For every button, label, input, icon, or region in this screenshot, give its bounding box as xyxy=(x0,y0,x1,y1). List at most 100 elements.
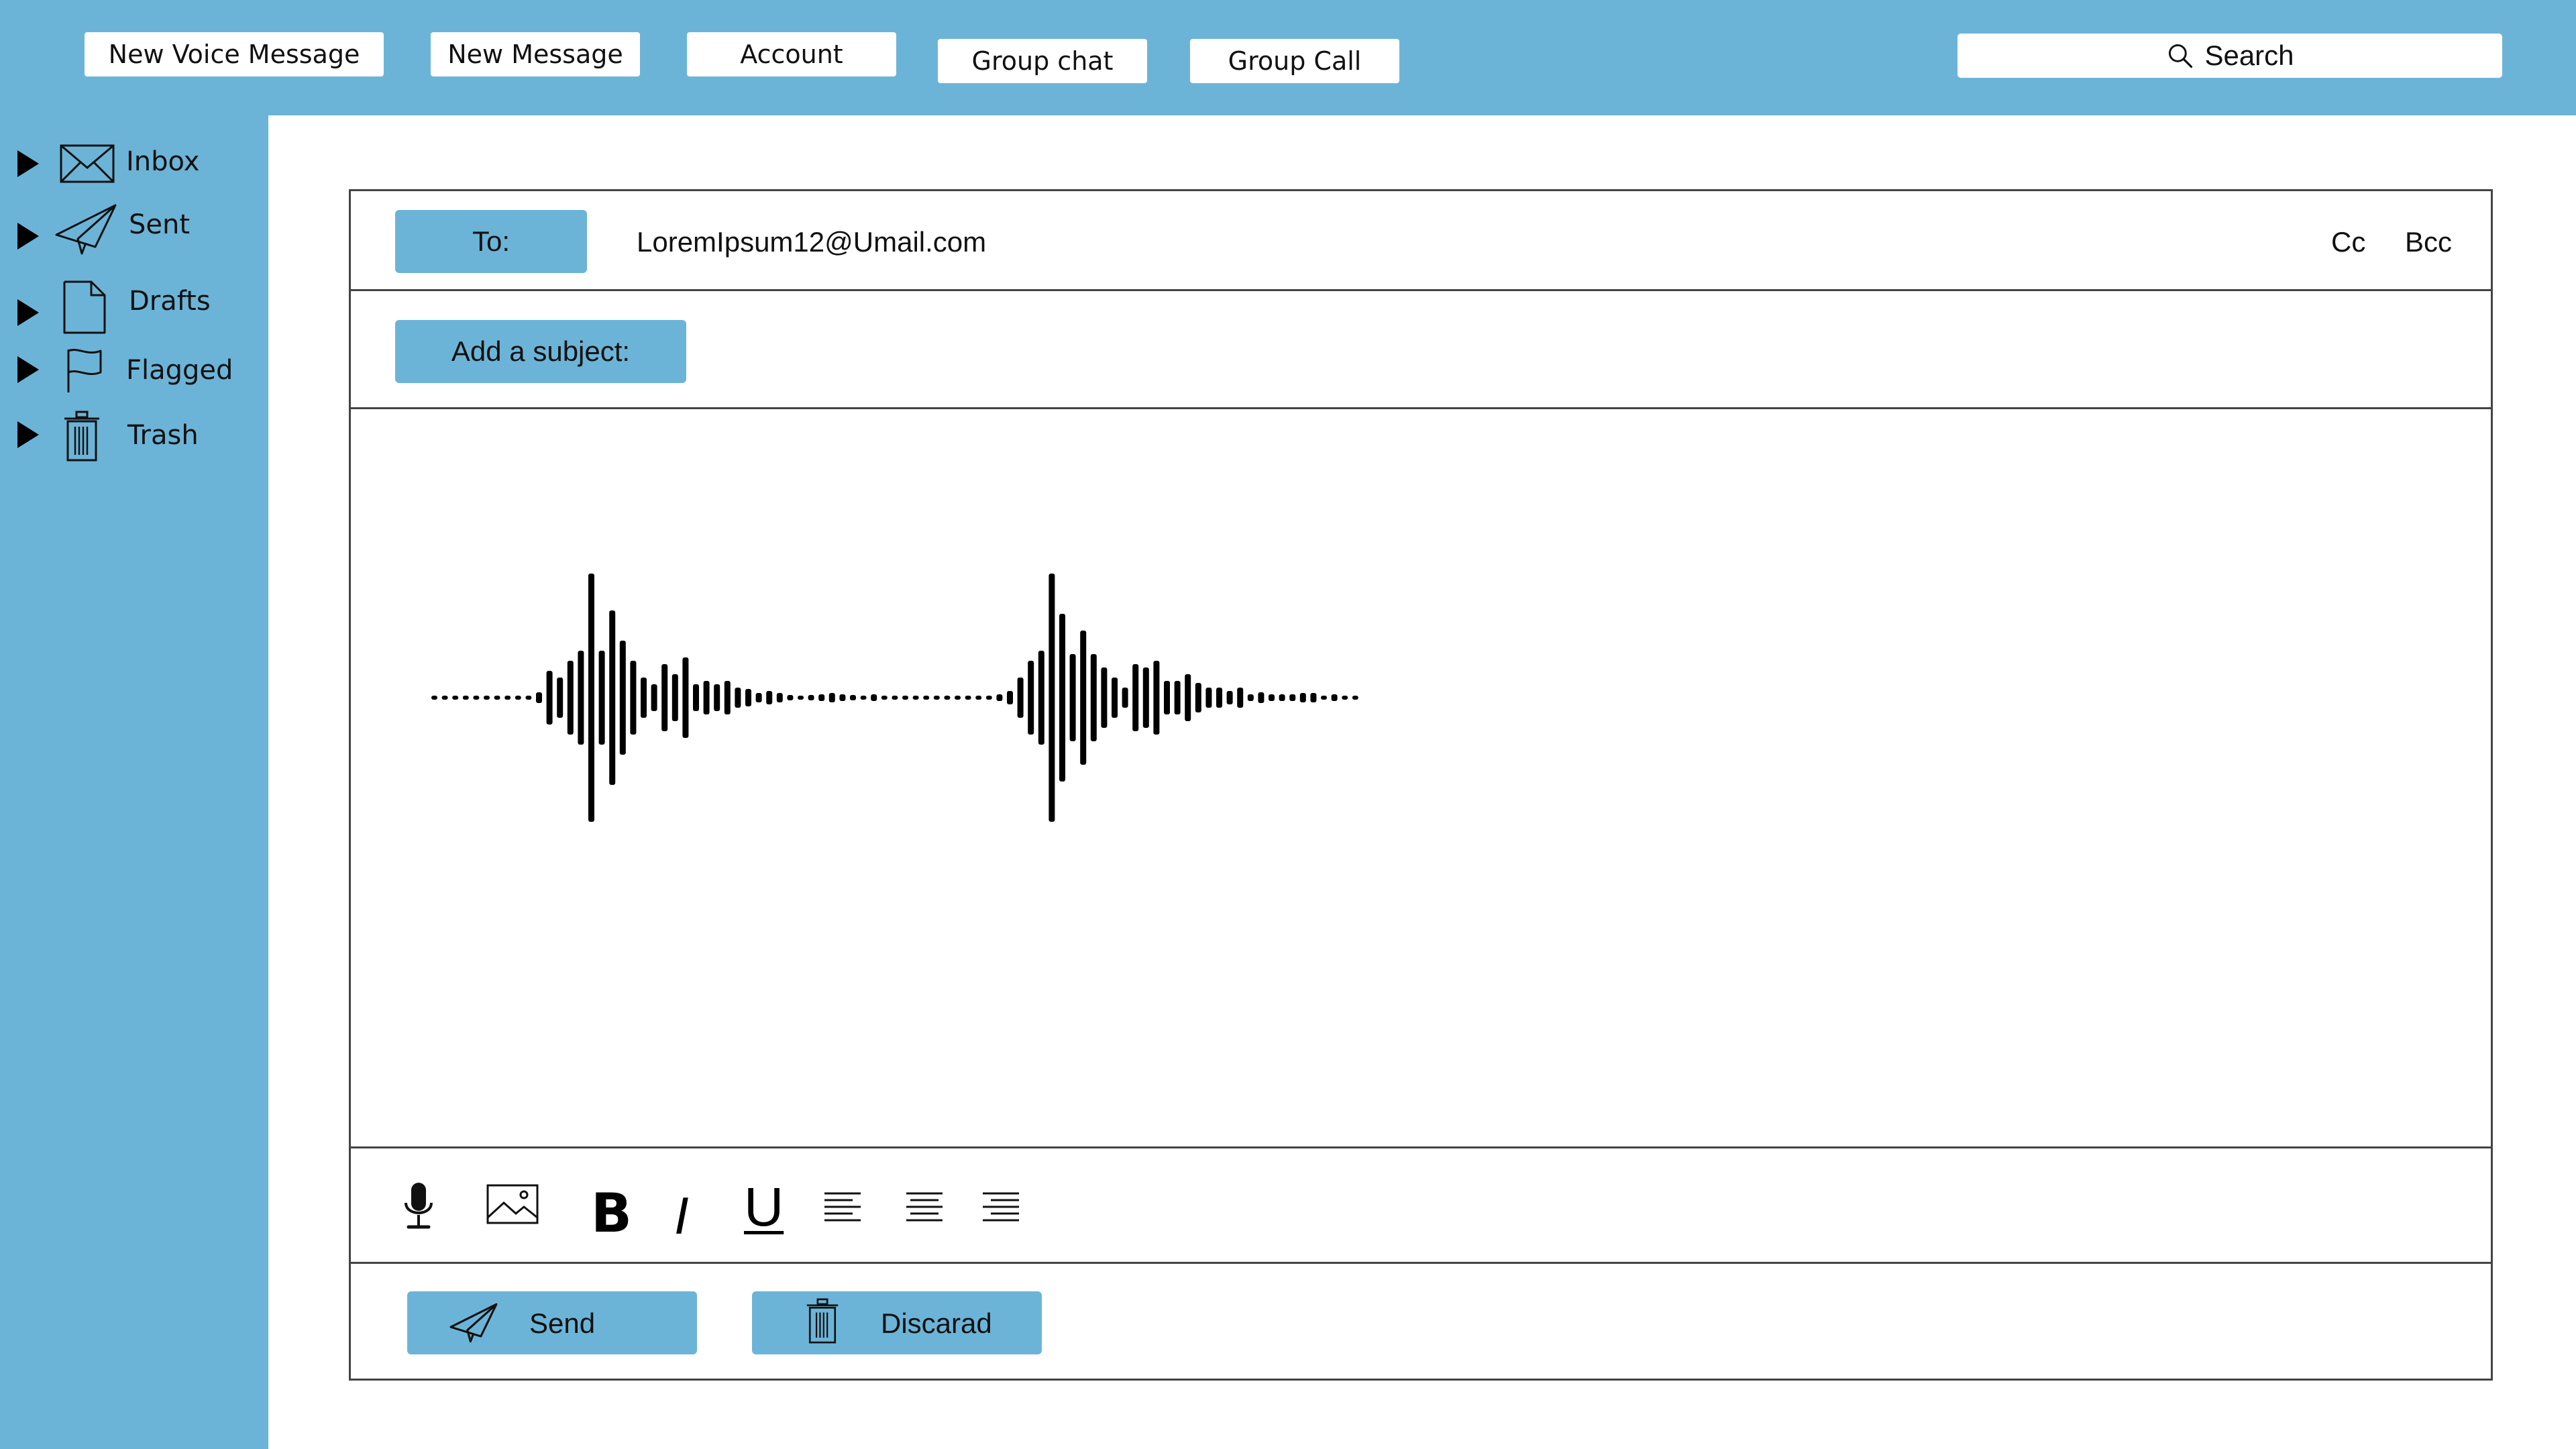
align-center-icon[interactable] xyxy=(905,1191,944,1226)
waveform-bar xyxy=(1299,693,1306,702)
waveform-bar xyxy=(1049,574,1055,822)
waveform-bar xyxy=(1247,694,1254,701)
waveform-bar xyxy=(1101,667,1108,728)
waveform-bar xyxy=(682,657,689,738)
cc-link[interactable]: Cc xyxy=(2331,226,2365,258)
waveform-bar xyxy=(776,693,783,702)
divider xyxy=(351,1262,2491,1264)
flag-icon xyxy=(67,349,102,392)
waveform-bar xyxy=(1112,678,1118,718)
waveform-bar xyxy=(609,610,616,785)
waveform-bar xyxy=(525,696,532,700)
expand-arrow-icon xyxy=(17,223,39,250)
waveform-bar xyxy=(473,696,480,700)
waveform-bar xyxy=(1142,667,1149,728)
align-left-icon[interactable] xyxy=(823,1191,862,1226)
paper-plane-icon xyxy=(449,1303,498,1343)
discard-button[interactable]: Discarad xyxy=(752,1291,1042,1354)
sidebar-item-label: Drafts xyxy=(129,286,211,317)
waveform-bar xyxy=(1185,674,1191,721)
waveform-bar xyxy=(1331,694,1338,701)
waveform-bar xyxy=(1164,681,1170,714)
waveform-bar xyxy=(1090,654,1097,741)
waveform-bar xyxy=(1195,683,1201,712)
waveform-bar xyxy=(504,696,511,700)
sidebar-item-label: Inbox xyxy=(126,146,200,177)
waveform-bar xyxy=(1205,688,1212,708)
waveform-bar xyxy=(1028,661,1034,735)
waveform-bar xyxy=(693,684,699,711)
to-button[interactable]: To: xyxy=(395,210,587,273)
sidebar-item-label: Sent xyxy=(129,209,191,240)
waveform-bar xyxy=(1153,661,1160,735)
waveform-bar xyxy=(944,696,951,700)
waveform-bar xyxy=(598,651,605,745)
waveform-bar xyxy=(536,692,542,703)
new-voice-message-button[interactable]: New Voice Message xyxy=(85,32,384,76)
sidebar-item-trash[interactable]: Trash xyxy=(0,411,268,478)
waveform-bar xyxy=(557,678,564,718)
search-placeholder: Search xyxy=(2204,40,2294,71)
italic-button[interactable]: I xyxy=(674,1189,689,1242)
waveform-bar xyxy=(431,696,437,700)
waveform-bar xyxy=(975,696,982,700)
waveform-bar xyxy=(828,693,835,702)
waveform-bar xyxy=(745,689,751,706)
group-chat-button[interactable]: Group chat xyxy=(938,39,1147,83)
send-button[interactable]: Send xyxy=(407,1291,697,1354)
waveform-bar xyxy=(1007,691,1013,704)
main-content: To: LoremIpsum12@Umail.com Cc Bcc Add a … xyxy=(268,115,2576,1449)
waveform-bar xyxy=(588,574,594,822)
waveform-bar xyxy=(839,694,846,701)
waveform-bar xyxy=(672,674,678,721)
send-label: Send xyxy=(529,1307,596,1339)
waveform-bar xyxy=(787,695,794,700)
group-call-button[interactable]: Group Call xyxy=(1190,39,1399,83)
waveform-bar xyxy=(1080,631,1087,765)
sidebar: Inbox Sent Drafts Flagged Trash xyxy=(0,115,268,1449)
paper-plane-icon xyxy=(55,204,117,255)
expand-arrow-icon xyxy=(17,299,39,326)
discard-label: Discarad xyxy=(881,1307,992,1339)
bcc-link[interactable]: Bcc xyxy=(2405,226,2452,258)
waveform-bar xyxy=(1237,688,1244,708)
bold-button[interactable]: B xyxy=(591,1187,632,1240)
waveform-bar xyxy=(641,678,647,718)
waveform-bar xyxy=(860,696,867,700)
sidebar-item-inbox[interactable]: Inbox xyxy=(0,129,268,196)
waveform-bar xyxy=(871,694,877,701)
to-field[interactable]: LoremIpsum12@Umail.com xyxy=(637,226,986,258)
waveform-bar xyxy=(567,661,574,735)
waveform-bar xyxy=(1038,651,1044,745)
waveform-bar xyxy=(902,696,908,700)
sidebar-item-drafts[interactable]: Drafts xyxy=(0,276,268,343)
expand-arrow-icon xyxy=(17,356,39,383)
align-right-icon[interactable] xyxy=(981,1191,1020,1226)
waveform-bar xyxy=(985,696,992,700)
waveform-bar xyxy=(912,696,919,700)
waveform-bar xyxy=(1289,694,1296,701)
account-button[interactable]: Account xyxy=(687,32,896,76)
divider xyxy=(351,289,2491,291)
waveform-bar xyxy=(965,696,971,700)
document-icon xyxy=(63,280,106,334)
waveform-bar xyxy=(892,696,898,700)
search-input[interactable]: Search xyxy=(1957,34,2502,78)
subject-field[interactable]: Add a subject: xyxy=(395,320,686,383)
top-toolbar: New Voice Message New Message Account Gr… xyxy=(0,0,2576,115)
waveform-bar xyxy=(1216,688,1222,708)
waveform-bar xyxy=(661,664,668,731)
underline-button[interactable]: U xyxy=(744,1180,784,1235)
new-message-button[interactable]: New Message xyxy=(431,32,640,76)
waveform-bar xyxy=(724,681,731,714)
waveform-bar xyxy=(1132,664,1139,731)
waveform-bar xyxy=(1269,694,1275,701)
message-body[interactable] xyxy=(351,409,2491,1146)
waveform-bar xyxy=(818,694,825,701)
waveform-bar xyxy=(1321,696,1327,700)
waveform-bar xyxy=(881,696,888,700)
sidebar-item-sent[interactable]: Sent xyxy=(0,203,268,270)
microphone-icon[interactable] xyxy=(402,1181,435,1232)
image-icon[interactable] xyxy=(486,1184,539,1224)
sidebar-item-flagged[interactable]: Flagged xyxy=(0,347,268,414)
